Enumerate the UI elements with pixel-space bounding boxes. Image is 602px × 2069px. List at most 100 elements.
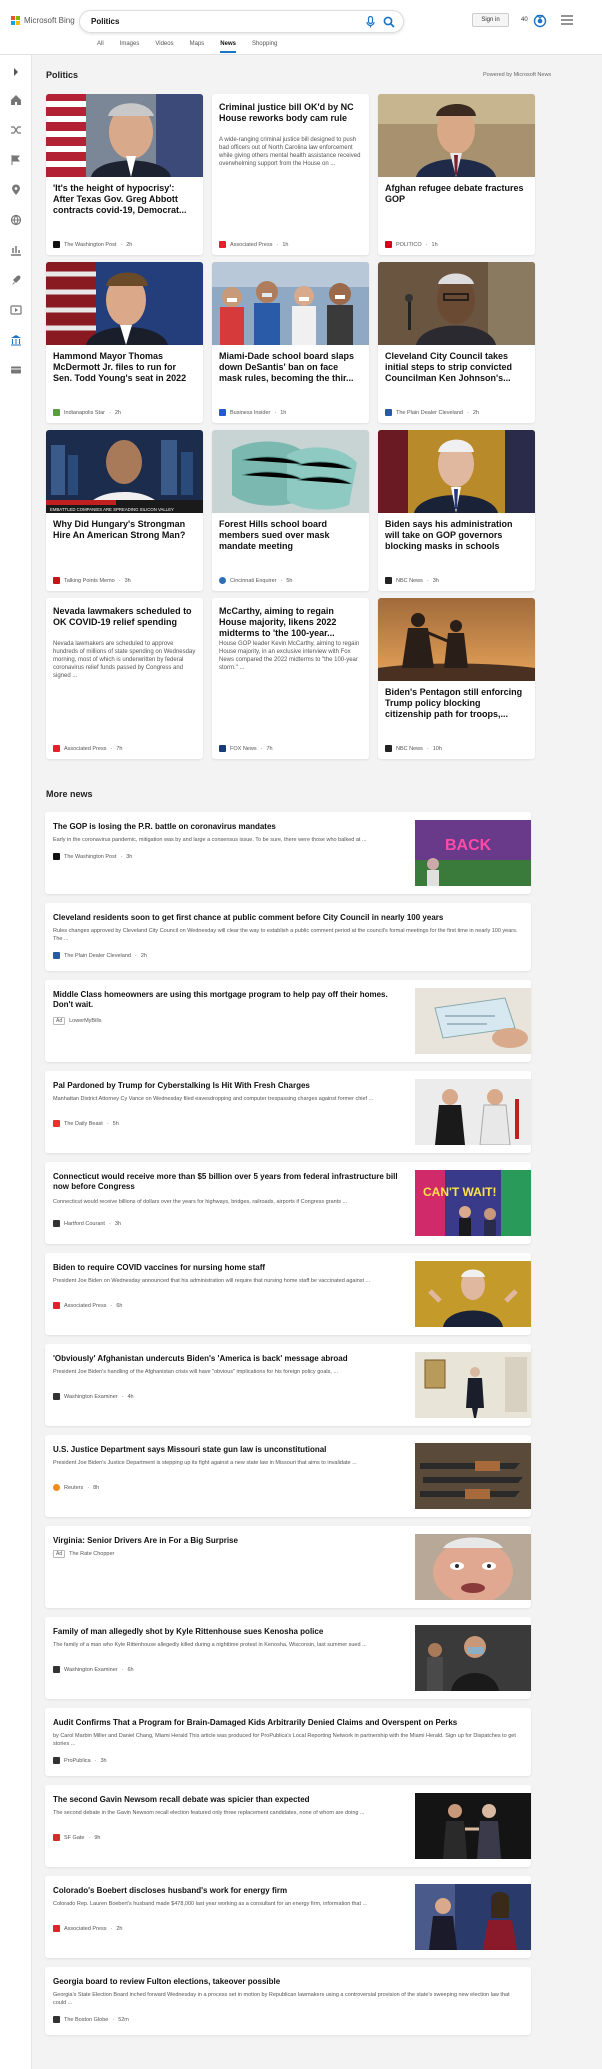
video-icon[interactable]: [10, 304, 22, 316]
news-card-headline[interactable]: Biden says his administration will take …: [385, 519, 528, 552]
sign-in-button[interactable]: Sign in: [472, 13, 509, 27]
tab-videos[interactable]: Videos: [147, 41, 181, 53]
news-list-item[interactable]: Biden to require COVID vaccines for nurs…: [45, 1253, 531, 1335]
home-icon[interactable]: [10, 94, 22, 106]
location-pin-icon[interactable]: [10, 184, 22, 196]
news-card[interactable]: Criminal justice bill OK'd by NC House r…: [212, 94, 369, 255]
news-item-headline[interactable]: Georgia board to review Fulton elections…: [53, 1977, 280, 1987]
news-item-headline[interactable]: Virginia: Senior Drivers Are in For a Bi…: [53, 1536, 238, 1546]
search-icon[interactable]: [383, 16, 395, 28]
news-image: [415, 1793, 531, 1859]
news-list-item[interactable]: Georgia board to review Fulton elections…: [45, 1967, 531, 2035]
news-item-source: Ad LowerMyBills: [53, 1017, 102, 1025]
news-list-item[interactable]: Virginia: Senior Drivers Are in For a Bi…: [45, 1526, 531, 1608]
globe-icon[interactable]: [10, 214, 22, 226]
news-item-headline[interactable]: Family of man allegedly shot by Kyle Rit…: [53, 1627, 323, 1637]
rocket-icon[interactable]: [10, 274, 22, 286]
politics-building-icon[interactable]: [10, 334, 22, 346]
news-item-snippet: Manhattan District Attorney Cy Vance on …: [53, 1096, 374, 1102]
news-list-item[interactable]: Cleveland residents soon to get first ch…: [45, 903, 531, 971]
news-item-headline[interactable]: Pal Pardoned by Trump for Cyberstalking …: [53, 1081, 310, 1091]
source-logo-icon: [385, 745, 392, 752]
tab-shopping[interactable]: Shopping: [244, 41, 285, 53]
news-card[interactable]: EMBATTLED COMPANIES ARE SPREADING SILICO…: [46, 430, 203, 591]
news-list-item[interactable]: Connecticut would receive more than $5 b…: [45, 1162, 531, 1244]
search-box[interactable]: Politics: [79, 10, 404, 33]
bing-logo[interactable]: Microsoft Bing: [11, 16, 75, 25]
news-item-snippet: Georgia's State Election Board inched fo…: [53, 1992, 510, 2006]
news-item-headline[interactable]: 'Obviously' Afghanistan undercuts Biden'…: [53, 1354, 348, 1364]
expand-chevron-icon[interactable]: [10, 66, 22, 78]
search-input[interactable]: Politics: [91, 17, 119, 26]
news-item-source: ProPublica · 3h: [53, 1757, 107, 1764]
news-card[interactable]: Afghan refugee debate fractures GOP POLI…: [378, 94, 535, 255]
news-card-headline[interactable]: McCarthy, aiming to regain House majorit…: [219, 606, 362, 639]
logo-text: Microsoft Bing: [24, 16, 75, 25]
rewards-medal-icon[interactable]: [533, 13, 547, 29]
news-card[interactable]: Nevada lawmakers scheduled to OK COVID-1…: [46, 598, 203, 759]
news-item-headline[interactable]: Connecticut would receive more than $5 b…: [53, 1172, 403, 1192]
microsoft-logo-icon: [11, 16, 20, 25]
news-list-item[interactable]: 'Obviously' Afghanistan undercuts Biden'…: [45, 1344, 531, 1426]
source-logo-icon: [385, 577, 392, 584]
news-list-item[interactable]: Colorado's Boebert discloses husband's w…: [45, 1876, 531, 1958]
news-item-headline[interactable]: Biden to require COVID vaccines for nurs…: [53, 1263, 265, 1273]
source-logo-icon: [385, 409, 392, 416]
news-card-headline[interactable]: Criminal justice bill OK'd by NC House r…: [219, 102, 362, 124]
tab-maps[interactable]: Maps: [182, 41, 213, 53]
source-logo-icon: [219, 409, 226, 416]
card-icon[interactable]: [10, 364, 22, 376]
tab-news[interactable]: News: [212, 41, 244, 53]
news-item-snippet: Rules changes approved by Cleveland City…: [53, 928, 518, 942]
news-card-headline[interactable]: Afghan refugee debate fractures GOP: [385, 183, 528, 205]
news-list-item[interactable]: U.S. Justice Department says Missouri st…: [45, 1435, 531, 1517]
news-card[interactable]: Hammond Mayor Thomas McDermott Jr. files…: [46, 262, 203, 423]
news-card[interactable]: Forest Hills school board members sued o…: [212, 430, 369, 591]
shuffle-icon[interactable]: [10, 124, 22, 136]
rewards-points[interactable]: 40: [521, 17, 528, 23]
news-list-item[interactable]: Audit Confirms That a Program for Brain-…: [45, 1708, 531, 1776]
source-logo-icon: [53, 853, 60, 860]
news-item-snippet: Colorado Rep. Lauren Boebert's husband m…: [53, 1901, 368, 1907]
news-list-item[interactable]: The second Gavin Newsom recall debate wa…: [45, 1785, 531, 1867]
news-card-headline[interactable]: Biden's Pentagon still enforcing Trump p…: [385, 687, 528, 720]
tab-images[interactable]: Images: [112, 41, 148, 53]
news-item-headline[interactable]: Audit Confirms That a Program for Brain-…: [53, 1718, 457, 1728]
news-card[interactable]: Miami-Dade school board slaps down DeSan…: [212, 262, 369, 423]
news-card-headline[interactable]: 'It's the height of hypocrisy': After Te…: [53, 183, 196, 216]
hamburger-menu-icon[interactable]: [561, 15, 573, 25]
news-list-item[interactable]: Pal Pardoned by Trump for Cyberstalking …: [45, 1071, 531, 1153]
section-title-politics: Politics: [46, 70, 79, 80]
chart-icon[interactable]: [10, 244, 22, 256]
news-list-item[interactable]: Family of man allegedly shot by Kyle Rit…: [45, 1617, 531, 1699]
news-item-headline[interactable]: Middle Class homeowners are using this m…: [53, 990, 403, 1010]
source-logo-icon: [53, 577, 60, 584]
microphone-icon[interactable]: [366, 16, 375, 28]
news-image: [415, 1625, 531, 1691]
source-logo-icon: [53, 1666, 60, 1673]
news-item-snippet: by Carol Marbin Miller and Daniel Chang,…: [53, 1733, 516, 1747]
news-card-headline[interactable]: Cleveland City Council takes initial ste…: [385, 351, 528, 384]
source-logo-icon: [53, 745, 60, 752]
news-card[interactable]: Biden says his administration will take …: [378, 430, 535, 591]
news-list-item[interactable]: The GOP is losing the P.R. battle on cor…: [45, 812, 531, 894]
news-item-headline[interactable]: Colorado's Boebert discloses husband's w…: [53, 1886, 287, 1896]
flag-icon[interactable]: [10, 154, 22, 166]
news-card-headline[interactable]: Hammond Mayor Thomas McDermott Jr. files…: [53, 351, 196, 384]
news-card[interactable]: McCarthy, aiming to regain House majorit…: [212, 598, 369, 759]
news-item-headline[interactable]: The second Gavin Newsom recall debate wa…: [53, 1795, 310, 1805]
news-card-headline[interactable]: Miami-Dade school board slaps down DeSan…: [219, 351, 362, 384]
news-card-headline[interactable]: Forest Hills school board members sued o…: [219, 519, 362, 552]
news-item-headline[interactable]: Cleveland residents soon to get first ch…: [53, 913, 443, 923]
news-card[interactable]: Biden's Pentagon still enforcing Trump p…: [378, 598, 535, 759]
news-item-headline[interactable]: U.S. Justice Department says Missouri st…: [53, 1445, 326, 1455]
news-card-headline[interactable]: Why Did Hungary's Strongman Hire An Amer…: [53, 519, 196, 541]
tab-all[interactable]: All: [89, 41, 112, 53]
news-image: [378, 94, 535, 177]
news-item-headline[interactable]: The GOP is losing the P.R. battle on cor…: [53, 822, 276, 832]
news-list-item[interactable]: Middle Class homeowners are using this m…: [45, 980, 531, 1062]
main-content: Politics Powered by Microsoft News 'It's…: [32, 55, 602, 2069]
news-card[interactable]: 'It's the height of hypocrisy': After Te…: [46, 94, 203, 255]
news-card-headline[interactable]: Nevada lawmakers scheduled to OK COVID-1…: [53, 606, 196, 628]
news-card[interactable]: Cleveland City Council takes initial ste…: [378, 262, 535, 423]
